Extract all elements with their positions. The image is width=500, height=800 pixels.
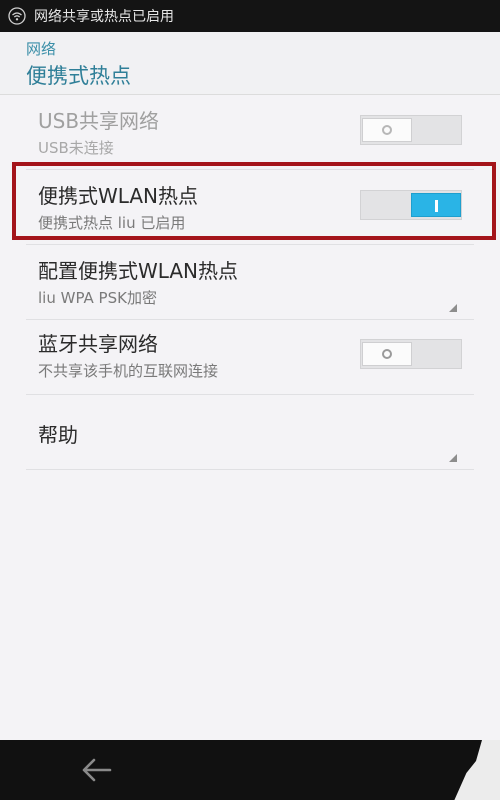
- wifi-hotspot-icon: [8, 7, 26, 25]
- screen-edge-glare: [454, 740, 500, 800]
- usb-tethering-row[interactable]: USB共享网络 USB未连接: [0, 95, 500, 170]
- page-title: 便携式热点: [26, 64, 131, 88]
- highlight-box: [12, 162, 496, 240]
- toggle-off-icon: [382, 125, 392, 135]
- navigation-bar: [0, 740, 500, 800]
- page-header: 网络 便携式热点: [0, 32, 500, 95]
- status-text: 网络共享或热点已启用: [34, 9, 174, 25]
- configure-wlan-hotspot-subtitle: liu WPA PSK加密: [38, 289, 157, 307]
- settings-list: USB共享网络 USB未连接 便携式WLAN热点 便携式热点 liu 已启用 配…: [0, 95, 500, 470]
- toggle-off-icon: [382, 349, 392, 359]
- bluetooth-tethering-title: 蓝牙共享网络: [38, 332, 158, 356]
- corner-arrow-icon: [449, 304, 457, 312]
- bluetooth-tethering-toggle[interactable]: [360, 339, 462, 369]
- divider: [26, 469, 474, 470]
- bluetooth-tethering-row[interactable]: 蓝牙共享网络 不共享该手机的互联网连接: [0, 320, 500, 395]
- usb-tethering-toggle[interactable]: [360, 115, 462, 145]
- corner-arrow-icon: [449, 454, 457, 462]
- usb-tethering-title: USB共享网络: [38, 109, 160, 133]
- toggle-knob: [362, 118, 412, 142]
- configure-wlan-hotspot-row[interactable]: 配置便携式WLAN热点 liu WPA PSK加密: [0, 245, 500, 320]
- help-row[interactable]: 帮助: [0, 395, 500, 470]
- usb-tethering-subtitle: USB未连接: [38, 139, 114, 157]
- breadcrumb[interactable]: 网络: [26, 38, 56, 59]
- status-bar: 网络共享或热点已启用: [0, 0, 500, 32]
- back-arrow-icon[interactable]: [78, 750, 118, 790]
- toggle-knob: [362, 342, 412, 366]
- bluetooth-tethering-subtitle: 不共享该手机的互联网连接: [38, 362, 219, 380]
- configure-wlan-hotspot-title: 配置便携式WLAN热点: [38, 259, 239, 283]
- help-title: 帮助: [38, 423, 78, 447]
